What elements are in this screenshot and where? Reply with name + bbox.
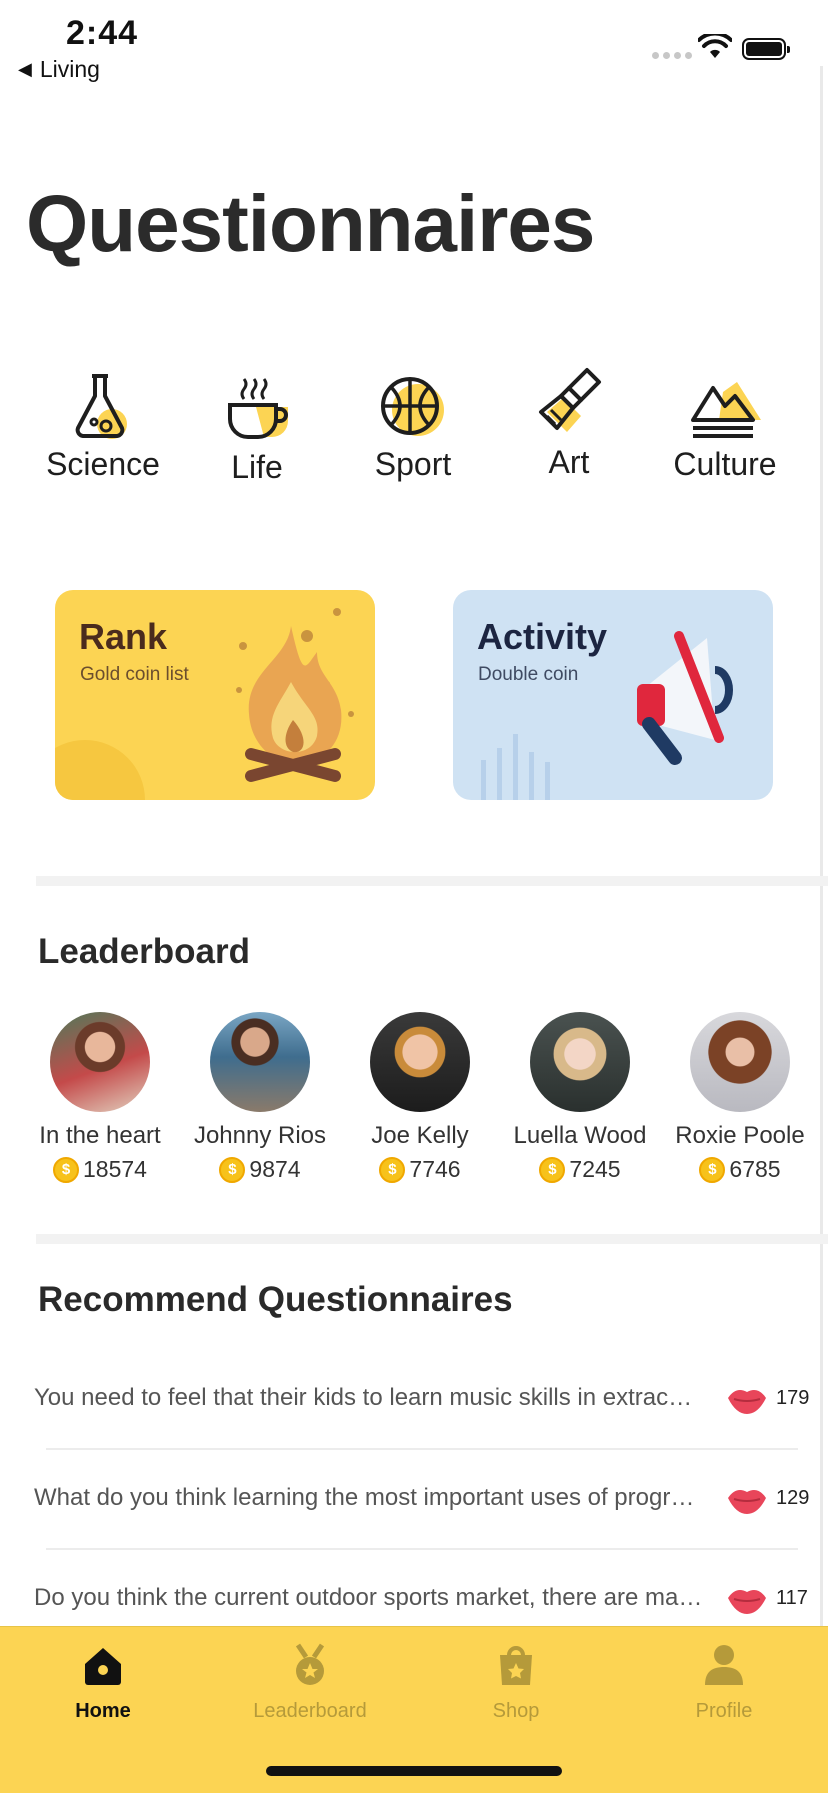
user-name: Joe Kelly [371,1122,469,1149]
category-life[interactable]: Life [182,363,332,486]
recommend-title: Recommend Questionnaires [38,1280,513,1319]
gold-coin-icon: $ [379,1156,406,1183]
section-divider [36,1234,828,1244]
tab-profile[interactable]: Profile [649,1640,799,1723]
coin-count: 7746 [409,1156,461,1182]
home-icon [28,1640,178,1690]
coin-count: 6785 [729,1156,781,1182]
gold-coin-icon: $ [53,1156,80,1183]
gold-coin-icon: $ [699,1156,726,1183]
category-label: Art [548,444,590,480]
lips-icon [728,1390,766,1414]
leaderboard-user[interactable]: Roxie Poole $6785 [660,1012,820,1183]
tab-home[interactable]: Home [28,1640,178,1723]
user-name: Johnny Rios [193,1122,327,1149]
avatar [210,1012,310,1112]
activity-card-subtitle: Double coin [478,664,579,685]
leaderboard-title: Leaderboard [38,932,250,971]
flask-icon [28,360,178,440]
like-count: 179 [776,1387,810,1409]
tab-leaderboard[interactable]: Leaderboard [235,1640,385,1723]
battery-icon [742,38,790,60]
tab-shop[interactable]: Shop [441,1640,591,1723]
section-divider [36,876,828,886]
back-label: Living [39,56,100,82]
leaderboard-user[interactable]: Luella Wood $7245 [500,1012,660,1183]
recommend-item[interactable]: What do you think learning the most impo… [34,1450,814,1550]
user-coins: $7746 [340,1156,500,1183]
lips-icon [728,1490,766,1514]
coin-count: 7245 [569,1156,621,1182]
category-label: Life [231,449,283,485]
recommend-item[interactable]: You need to feel that their kids to lear… [34,1350,814,1450]
avatar [690,1012,790,1112]
avatar [530,1012,630,1112]
tab-label: Leaderboard [253,1700,367,1722]
mountain-icon [650,360,800,440]
activity-card[interactable]: Activity Double coin [453,590,773,800]
lips-icon [728,1590,766,1614]
status-time: 2:44 [66,14,139,52]
rank-card-title: Rank [79,616,168,657]
page-title: Questionnaires [26,179,595,268]
category-label: Culture [673,446,777,482]
medal-icon [235,1640,385,1690]
activity-card-title: Activity [477,616,608,657]
home-indicator [266,1766,562,1776]
back-to-app-button[interactable]: ◀ Living [18,56,100,83]
coffee-cup-icon [182,363,332,443]
coin-count: 9874 [249,1156,301,1182]
category-art[interactable]: Art [494,358,644,481]
tab-label: Home [75,1700,131,1722]
shopping-bag-icon [441,1640,591,1690]
rank-card-subtitle: Gold coin list [80,664,189,685]
scroll-indicator [820,66,823,1626]
leaderboard-user[interactable]: Johnny Rios $9874 [180,1012,340,1183]
avatar [50,1012,150,1112]
cellular-signal-icon [652,52,692,59]
avatar [370,1012,470,1112]
user-name: Luella Wood [513,1122,647,1149]
rank-card[interactable]: Rank Gold coin list [55,590,375,800]
user-coins: $18574 [20,1156,180,1183]
category-label: Sport [374,446,452,482]
category-culture[interactable]: Culture [650,360,800,483]
question-text: Do you think the current outdoor sports … [34,1584,704,1611]
back-arrow-icon: ◀ [18,59,32,79]
leaderboard-user[interactable]: In the heart $18574 [20,1012,180,1183]
coin-count: 18574 [83,1156,147,1182]
category-science[interactable]: Science [28,360,178,483]
user-name: In the heart [39,1122,161,1149]
question-text: What do you think learning the most impo… [34,1484,704,1511]
basketball-icon [338,360,488,440]
question-text: You need to feel that their kids to lear… [34,1384,704,1411]
like-count: 129 [776,1487,810,1509]
user-coins: $7245 [500,1156,660,1183]
category-sport[interactable]: Sport [338,360,488,483]
user-name: Roxie Poole [675,1122,805,1149]
category-label: Science [46,446,160,482]
paint-brush-icon [494,358,644,438]
like-count: 117 [776,1587,808,1609]
person-icon [649,1640,799,1690]
gold-coin-icon: $ [539,1156,566,1183]
tab-label: Profile [695,1700,753,1722]
user-coins: $9874 [180,1156,340,1183]
wifi-icon [697,31,733,65]
tab-label: Shop [492,1700,540,1722]
gold-coin-icon: $ [219,1156,246,1183]
leaderboard-user[interactable]: Joe Kelly $7746 [340,1012,500,1183]
user-coins: $6785 [660,1156,820,1183]
